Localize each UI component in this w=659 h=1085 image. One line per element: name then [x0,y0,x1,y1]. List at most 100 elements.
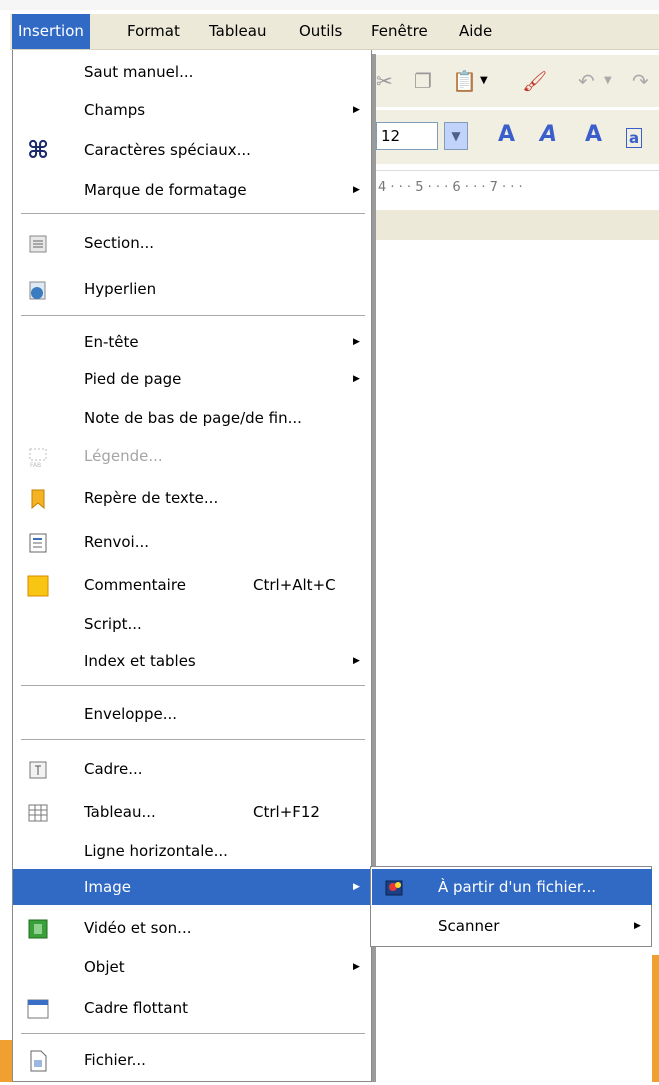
paste-icon[interactable]: 📋 [452,69,477,93]
menu-item-label: Champs [84,101,146,119]
submenu-arrow-icon: ▶ [353,185,360,195]
hyperlink-globe-icon [27,278,49,300]
menu-outils[interactable]: Outils [293,14,348,49]
menu-item-section[interactable]: Section... [13,225,371,261]
menu-item-repere-texte[interactable]: Repère de texte... [13,480,371,516]
outline-a-icon[interactable]: A [585,122,602,147]
menu-tableau[interactable]: Tableau [203,14,273,49]
document-icon [27,1049,49,1072]
menu-item-shortcut: Ctrl+Alt+C [253,576,336,594]
menu-item-cadre[interactable]: Cadre... [13,751,371,787]
menu-item-label: Ligne horizontale... [84,842,228,860]
menu-insertion[interactable]: Insertion [12,14,90,49]
submenu-item-scanner[interactable]: Scanner ▶ [372,908,652,944]
submenu-item-label: À partir d'un fichier... [438,878,597,896]
menu-item-pied-de-page[interactable]: Pied de page ▶ [13,361,371,397]
undo-icon[interactable]: ↶ [578,69,595,93]
font-size-input[interactable]: 12 [376,122,438,150]
submenu-arrow-icon: ▶ [634,921,641,931]
menu-fenetre[interactable]: Fenêtre [365,14,434,49]
menu-item-label: Cadre flottant [84,999,188,1017]
menu-item-label: Vidéo et son... [84,919,192,937]
menu-item-label: Pied de page [84,370,182,388]
paste-dropdown-icon[interactable]: ▼ [480,69,488,93]
menu-item-caracteres-speciaux[interactable]: ⌘ Caractères spéciaux... [13,132,371,168]
menu-separator [21,739,365,740]
menu-item-enveloppe[interactable]: Enveloppe... [13,696,371,732]
command-key-icon: ⌘ [27,136,50,164]
submenu-arrow-icon: ▶ [353,105,360,115]
menu-item-label: Objet [84,958,125,976]
menu-item-label: Note de bas de page/de fin... [84,409,302,427]
submenu-item-label: Scanner [438,917,500,935]
submenu-arrow-icon: ▶ [353,656,360,666]
menu-item-renvoi[interactable]: Renvoi... [13,524,371,560]
section-icon [27,232,49,254]
svg-text:FAB: FAB [30,462,41,468]
undo-dropdown-icon[interactable]: ▼ [604,69,612,93]
menu-item-commentaire[interactable]: Commentaire Ctrl+Alt+C [13,567,371,603]
menu-item-label: Légende... [84,447,163,465]
submenu-item-a-partir-fichier[interactable]: À partir d'un fichier... [372,869,652,905]
menu-item-label: Fichier... [84,1051,146,1069]
menubar: Insertion Format Tableau Outils Fenêtre … [10,14,659,50]
menu-item-marque-formatage[interactable]: Marque de formatage ▶ [13,172,371,208]
document-margin [376,210,659,240]
menu-aide[interactable]: Aide [453,14,498,49]
menu-item-legende: FAB Légende... [13,438,371,474]
menu-item-champs[interactable]: Champs ▶ [13,92,371,128]
menu-item-en-tete[interactable]: En-tête ▶ [13,324,371,360]
window-top-edge [0,0,659,10]
menu-separator [21,213,365,214]
menu-format[interactable]: Format [121,14,186,49]
submenu-arrow-icon: ▶ [353,882,360,892]
menu-item-label: Cadre... [84,760,143,778]
menu-item-label: Hyperlien [84,280,157,298]
submenu-arrow-icon: ▶ [353,337,360,347]
menu-item-label: Enveloppe... [84,705,178,723]
menu-item-label: Tableau... [84,803,156,821]
menu-item-image[interactable]: Image ▶ [13,869,371,905]
menu-item-label: Saut manuel... [84,63,194,81]
menu-item-note-bas-page[interactable]: Note de bas de page/de fin... [13,400,371,436]
table-icon [27,801,49,823]
menu-item-cadre-flottant[interactable]: Cadre flottant [13,990,371,1026]
menu-item-label: Index et tables [84,652,196,670]
menu-item-ligne-horizontale[interactable]: Ligne horizontale... [13,833,371,869]
menu-item-label: Section... [84,234,155,252]
clone-formatting-icon[interactable]: 🖌 [522,69,547,93]
menu-item-saut-manuel[interactable]: Saut manuel... [13,54,371,90]
bookmark-icon [27,487,49,510]
menu-item-fichier[interactable]: Fichier... [13,1042,371,1078]
fontwork-icon[interactable]: A [498,122,515,147]
copy-icon[interactable]: ❐ [414,69,432,93]
standard-toolbar: ✂ ❐ 📋 ▼ 🖌 ↶ ▼ ↷ [376,55,659,107]
menu-item-hyperlien[interactable]: Hyperlien [13,271,371,307]
caption-icon: FAB [27,445,49,469]
menu-item-label: Renvoi... [84,533,150,551]
italic-a-icon[interactable]: A [540,122,557,147]
menu-item-objet[interactable]: Objet ▶ [13,949,371,985]
menu-item-script[interactable]: Script... [13,606,371,642]
menu-item-tableau[interactable]: Tableau... Ctrl+F12 [13,794,371,830]
floating-frame-icon [27,997,49,1019]
menu-item-video-son[interactable]: Vidéo et son... [13,910,371,946]
cut-icon[interactable]: ✂ [376,69,393,93]
frame-icon [27,758,49,780]
menu-separator [21,685,365,686]
menu-item-label: En-tête [84,333,139,351]
font-size-dropdown-icon[interactable]: ▼ [444,122,468,150]
menu-item-index-tables[interactable]: Index et tables ▶ [13,643,371,679]
text-box-icon[interactable]: a [626,128,643,148]
menu-separator [21,315,365,316]
menu-item-label: Marque de formatage [84,181,247,199]
menu-item-shortcut: Ctrl+F12 [253,803,320,821]
ruler-ticks: 4 · · · 5 · · · 6 · · · 7 · · · [378,180,523,195]
menu-item-label: Caractères spéciaux... [84,141,251,159]
redo-icon[interactable]: ↷ [632,69,649,93]
cross-reference-icon [27,531,49,553]
menu-separator [21,1033,365,1034]
menu-item-label: Repère de texte... [84,489,219,507]
menu-item-label: Image [84,878,131,896]
image-submenu: À partir d'un fichier... Scanner ▶ [370,866,652,947]
